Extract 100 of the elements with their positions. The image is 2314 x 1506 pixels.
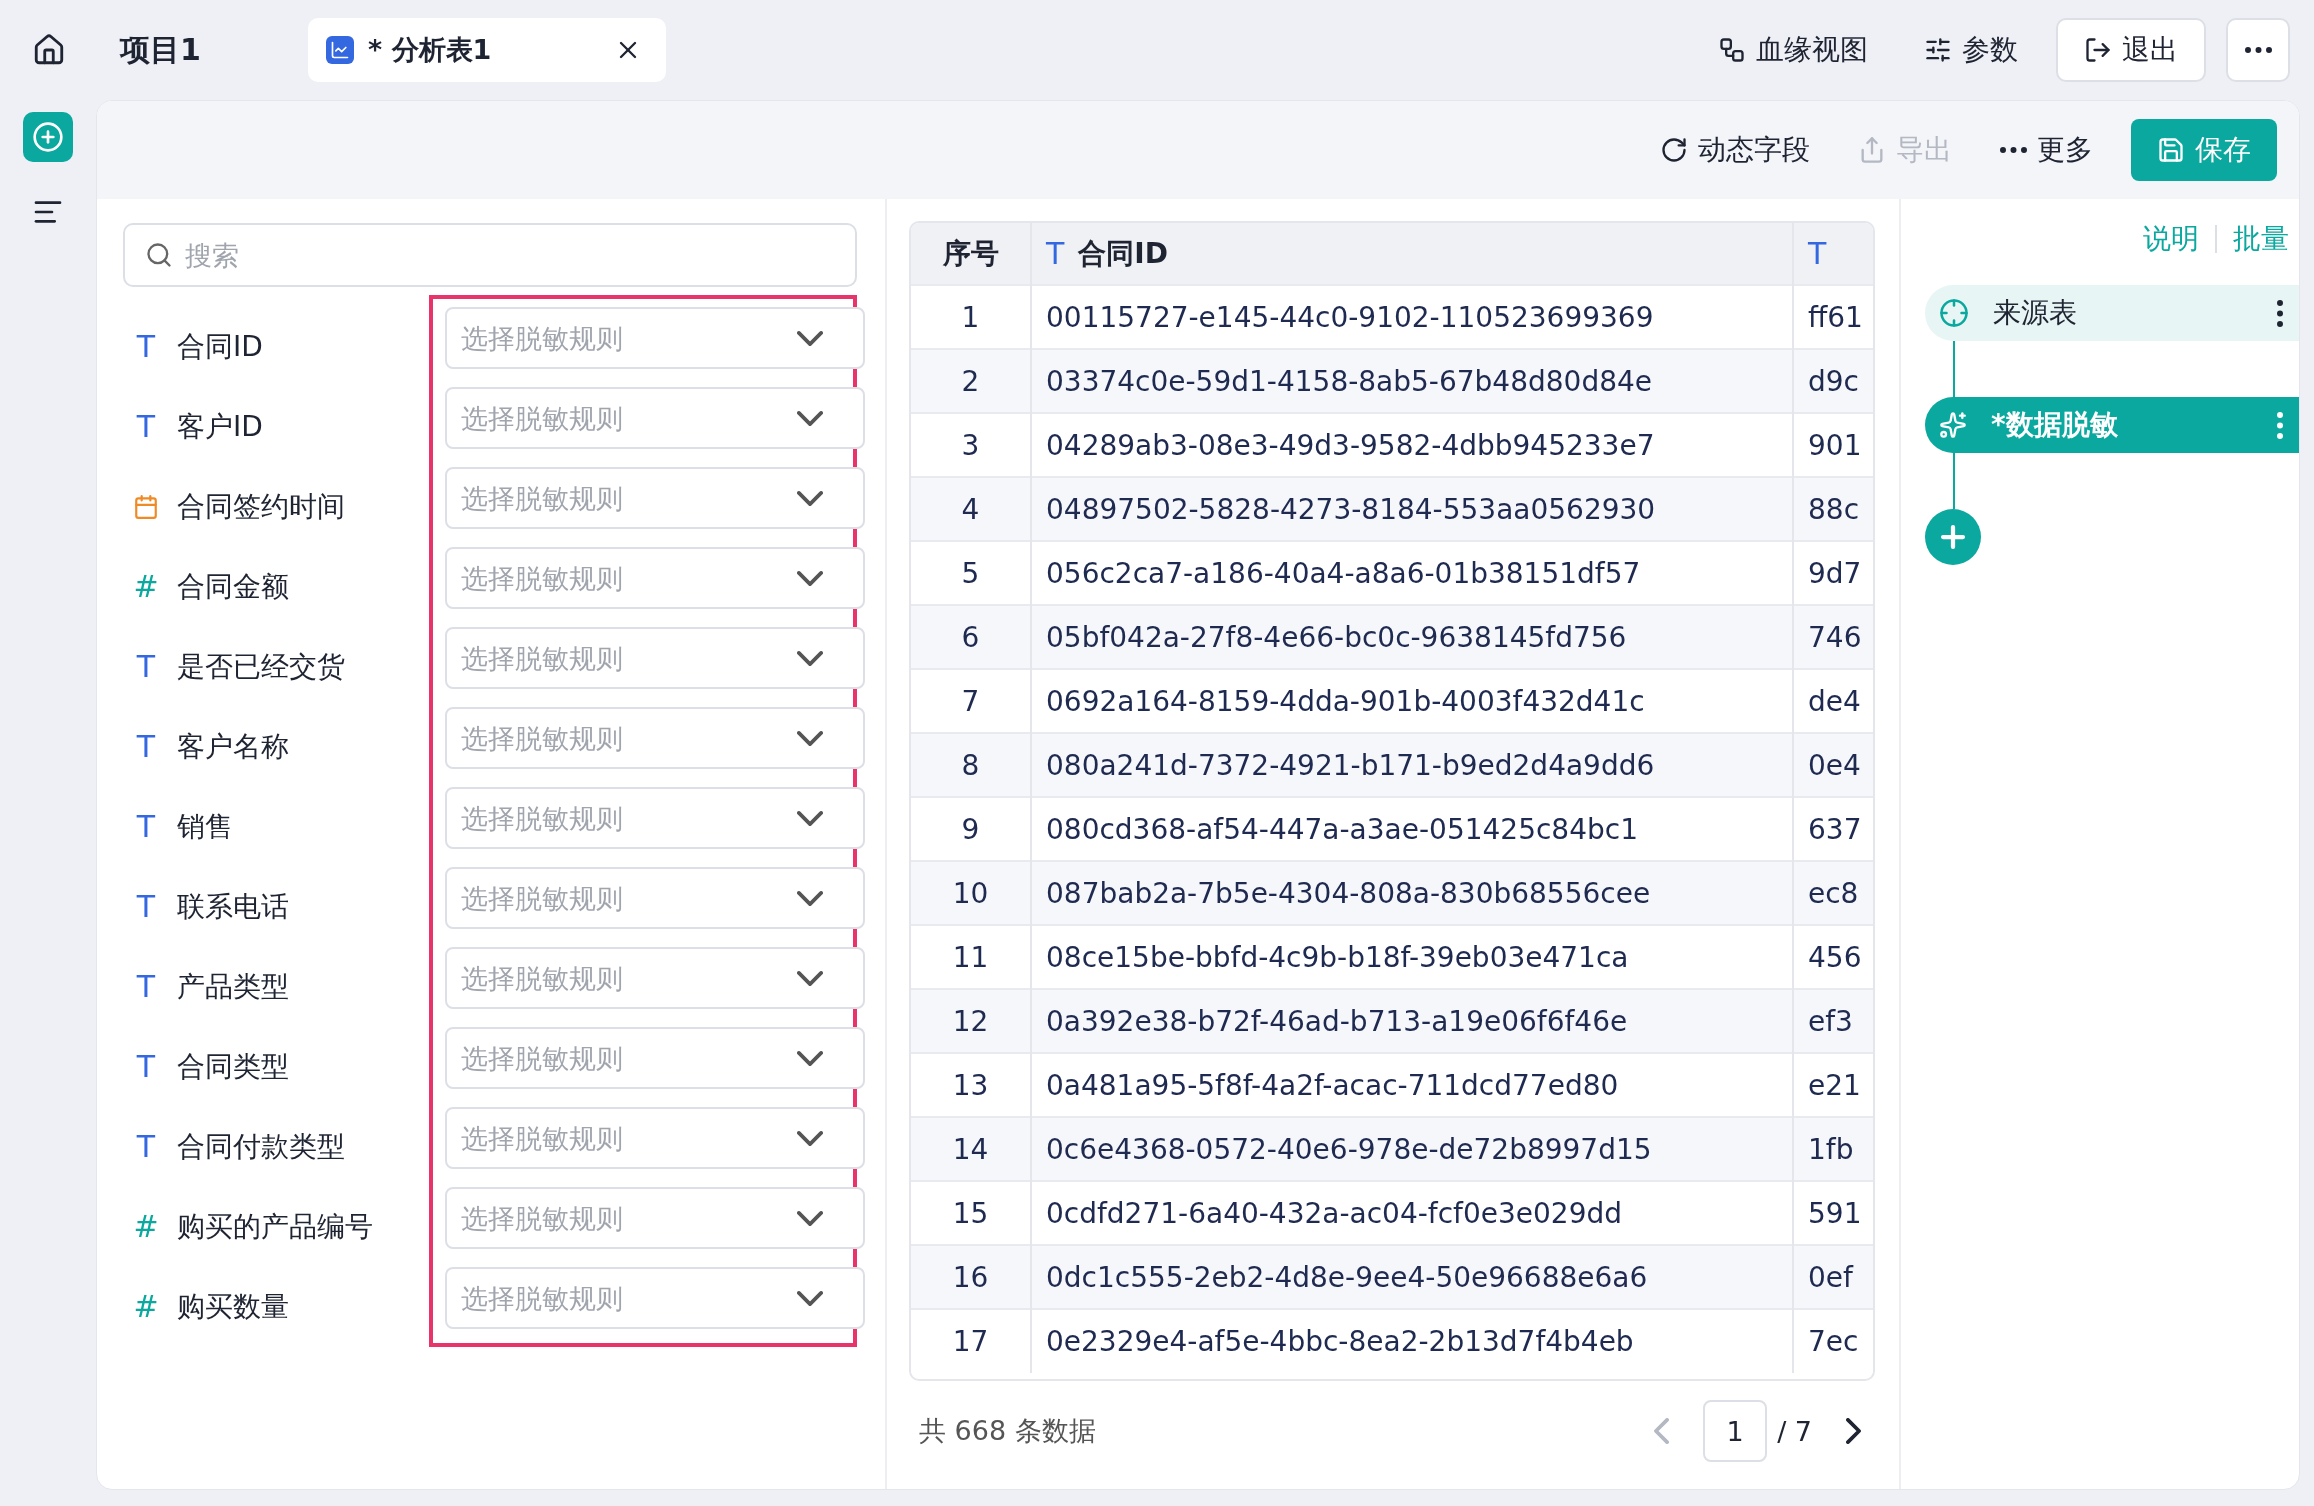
table-cell: 087bab2a-7b5e-4304-808a-830b68556cee xyxy=(1031,861,1793,925)
logout-icon xyxy=(2084,36,2112,64)
table-cell: 3 xyxy=(911,413,1031,477)
project-title: 项目1 xyxy=(120,30,202,69)
text-type-icon: T xyxy=(133,1132,159,1162)
more-button[interactable] xyxy=(2226,18,2290,82)
field-name: 客户名称 xyxy=(177,729,289,765)
chevron-down-icon xyxy=(797,571,823,586)
table-cell: e21 xyxy=(1793,1053,1873,1117)
add-node-button[interactable] xyxy=(1925,509,1981,565)
chevron-down-icon xyxy=(797,1051,823,1066)
table-cell: 0a481a95-5f8f-4a2f-acac-711dcd77ed80 xyxy=(1031,1053,1793,1117)
home-icon xyxy=(32,33,66,67)
more-icon[interactable] xyxy=(2277,299,2283,327)
document-tab[interactable]: * 分析表1 xyxy=(308,18,666,82)
toolbar-button[interactable]: 更多 xyxy=(1990,119,2103,181)
rule-select[interactable]: 选择脱敏规则 xyxy=(445,387,865,449)
table-cell: 05bf042a-27f8-4e66-bc0c-9638145fd756 xyxy=(1031,605,1793,669)
column-header: 序号 xyxy=(942,236,999,270)
text-type-icon: T xyxy=(133,892,159,922)
toolbar-button[interactable]: 参数 xyxy=(1906,18,2036,82)
chevron-down-icon xyxy=(797,1291,823,1306)
table-cell: ec8 xyxy=(1793,861,1873,925)
table-cell: ff61 xyxy=(1793,285,1873,349)
sliders-icon xyxy=(1924,36,1952,64)
rule-select[interactable]: 选择脱敏规则 xyxy=(445,1267,865,1329)
table-cell: 0dc1c555-2eb2-4d8e-9ee4-50e96688e6a6 xyxy=(1031,1245,1793,1309)
table-cell: 15 xyxy=(911,1181,1031,1245)
table-cell: 00115727-e145-44c0-9102-110523699369 xyxy=(1031,285,1793,349)
rule-select[interactable]: 选择脱敏规则 xyxy=(445,867,865,929)
chevron-down-icon xyxy=(797,731,823,746)
table-cell: 6 xyxy=(911,605,1031,669)
table-cell: 0e4 xyxy=(1793,733,1873,797)
chevron-down-icon xyxy=(797,651,823,666)
chevron-down-icon xyxy=(797,331,823,346)
chevron-right-icon xyxy=(1846,1418,1861,1444)
rule-select[interactable]: 选择脱敏规则 xyxy=(445,947,865,1009)
table-cell: 591 xyxy=(1793,1181,1873,1245)
table-cell: 1 xyxy=(911,285,1031,349)
total-count: 共 668 条数据 xyxy=(919,1414,1096,1448)
rule-select[interactable]: 选择脱敏规则 xyxy=(445,467,865,529)
table-cell: 08ce15be-bbfd-4c9b-b18f-39eb03e471ca xyxy=(1031,925,1793,989)
text-type-icon: T xyxy=(133,412,159,442)
rule-select[interactable]: 选择脱敏规则 xyxy=(445,627,865,689)
text-type-icon: T xyxy=(133,972,159,1002)
table-cell: de4 xyxy=(1793,669,1873,733)
table-cell: 5 xyxy=(911,541,1031,605)
table-cell: 0a392e38-b72f-46ad-b713-a19e06f6f46e xyxy=(1031,989,1793,1053)
rule-select[interactable]: 选择脱敏规则 xyxy=(445,787,865,849)
table-cell: 8 xyxy=(911,733,1031,797)
toolbar-button[interactable]: 动态字段 xyxy=(1650,119,1820,181)
toolbar-button[interactable]: 血缘视图 xyxy=(1700,18,1886,82)
table-cell: d9c xyxy=(1793,349,1873,413)
add-button[interactable] xyxy=(23,112,73,162)
table-cell: 11 xyxy=(911,925,1031,989)
table-cell: 080a241d-7372-4921-b171-b9ed2d4a9dd6 xyxy=(1031,733,1793,797)
field-name: 合同类型 xyxy=(177,1049,289,1085)
sparkle-icon xyxy=(1939,411,1967,439)
table-cell: 2 xyxy=(911,349,1031,413)
more-icon xyxy=(2244,47,2272,53)
table-cell: 056c2ca7-a186-40a4-a8a6-01b38151df57 xyxy=(1031,541,1793,605)
field-name: 购买数量 xyxy=(177,1289,289,1325)
text-type-icon: T xyxy=(133,732,159,762)
text-type-icon: T xyxy=(133,652,159,682)
lineage-icon xyxy=(1718,36,1746,64)
table-cell: 0c6e4368-0572-40e6-978e-de72b8997d15 xyxy=(1031,1117,1793,1181)
rule-select[interactable]: 选择脱敏规则 xyxy=(445,1187,865,1249)
page-field[interactable]: 1 xyxy=(1703,1400,1768,1462)
table-cell: 9 xyxy=(911,797,1031,861)
table-cell: 0692a164-8159-4dda-901b-4003f432d41c xyxy=(1031,669,1793,733)
node-label: 来源表 xyxy=(1993,295,2078,331)
table-cell: 080cd368-af54-447a-a3ae-051425c84bc1 xyxy=(1031,797,1793,861)
table-cell: 456 xyxy=(1793,925,1873,989)
more-icon xyxy=(2000,147,2027,153)
rule-select[interactable]: 选择脱敏规则 xyxy=(445,1027,865,1089)
field-name: 联系电话 xyxy=(177,889,289,925)
rule-select[interactable]: 选择脱敏规则 xyxy=(445,707,865,769)
number-type-icon: # xyxy=(133,1292,159,1322)
field-name: 产品类型 xyxy=(177,969,289,1005)
table-cell: 1fb xyxy=(1793,1117,1873,1181)
field-name: 销售 xyxy=(177,809,233,845)
table-cell: 10 xyxy=(911,861,1031,925)
tab-title: * 分析表1 xyxy=(368,33,493,67)
table-cell: 0e2329e4-af5e-4bbc-8ea2-2b13d7f4b4eb xyxy=(1031,1309,1793,1373)
toolbar-button[interactable]: 退出 xyxy=(2056,18,2206,82)
rule-select[interactable]: 选择脱敏规则 xyxy=(445,547,865,609)
flow-node[interactable]: 来源表 xyxy=(1925,285,2299,341)
rule-select[interactable]: 选择脱敏规则 xyxy=(445,1107,865,1169)
table-cell: 7 xyxy=(911,669,1031,733)
table-cell: 13 xyxy=(911,1053,1031,1117)
rule-select[interactable]: 选择脱敏规则 xyxy=(445,307,865,369)
chevron-down-icon xyxy=(797,411,823,426)
search-field[interactable]: 搜索 xyxy=(123,223,857,287)
text-type-icon: T xyxy=(133,1052,159,1082)
refresh-icon xyxy=(1660,136,1688,164)
plus-icon xyxy=(32,121,64,153)
field-name: 合同付款类型 xyxy=(177,1129,345,1165)
chevron-down-icon xyxy=(797,491,823,506)
table-cell: 901 xyxy=(1793,413,1873,477)
table-cell: 04289ab3-08e3-49d3-9582-4dbb945233e7 xyxy=(1031,413,1793,477)
